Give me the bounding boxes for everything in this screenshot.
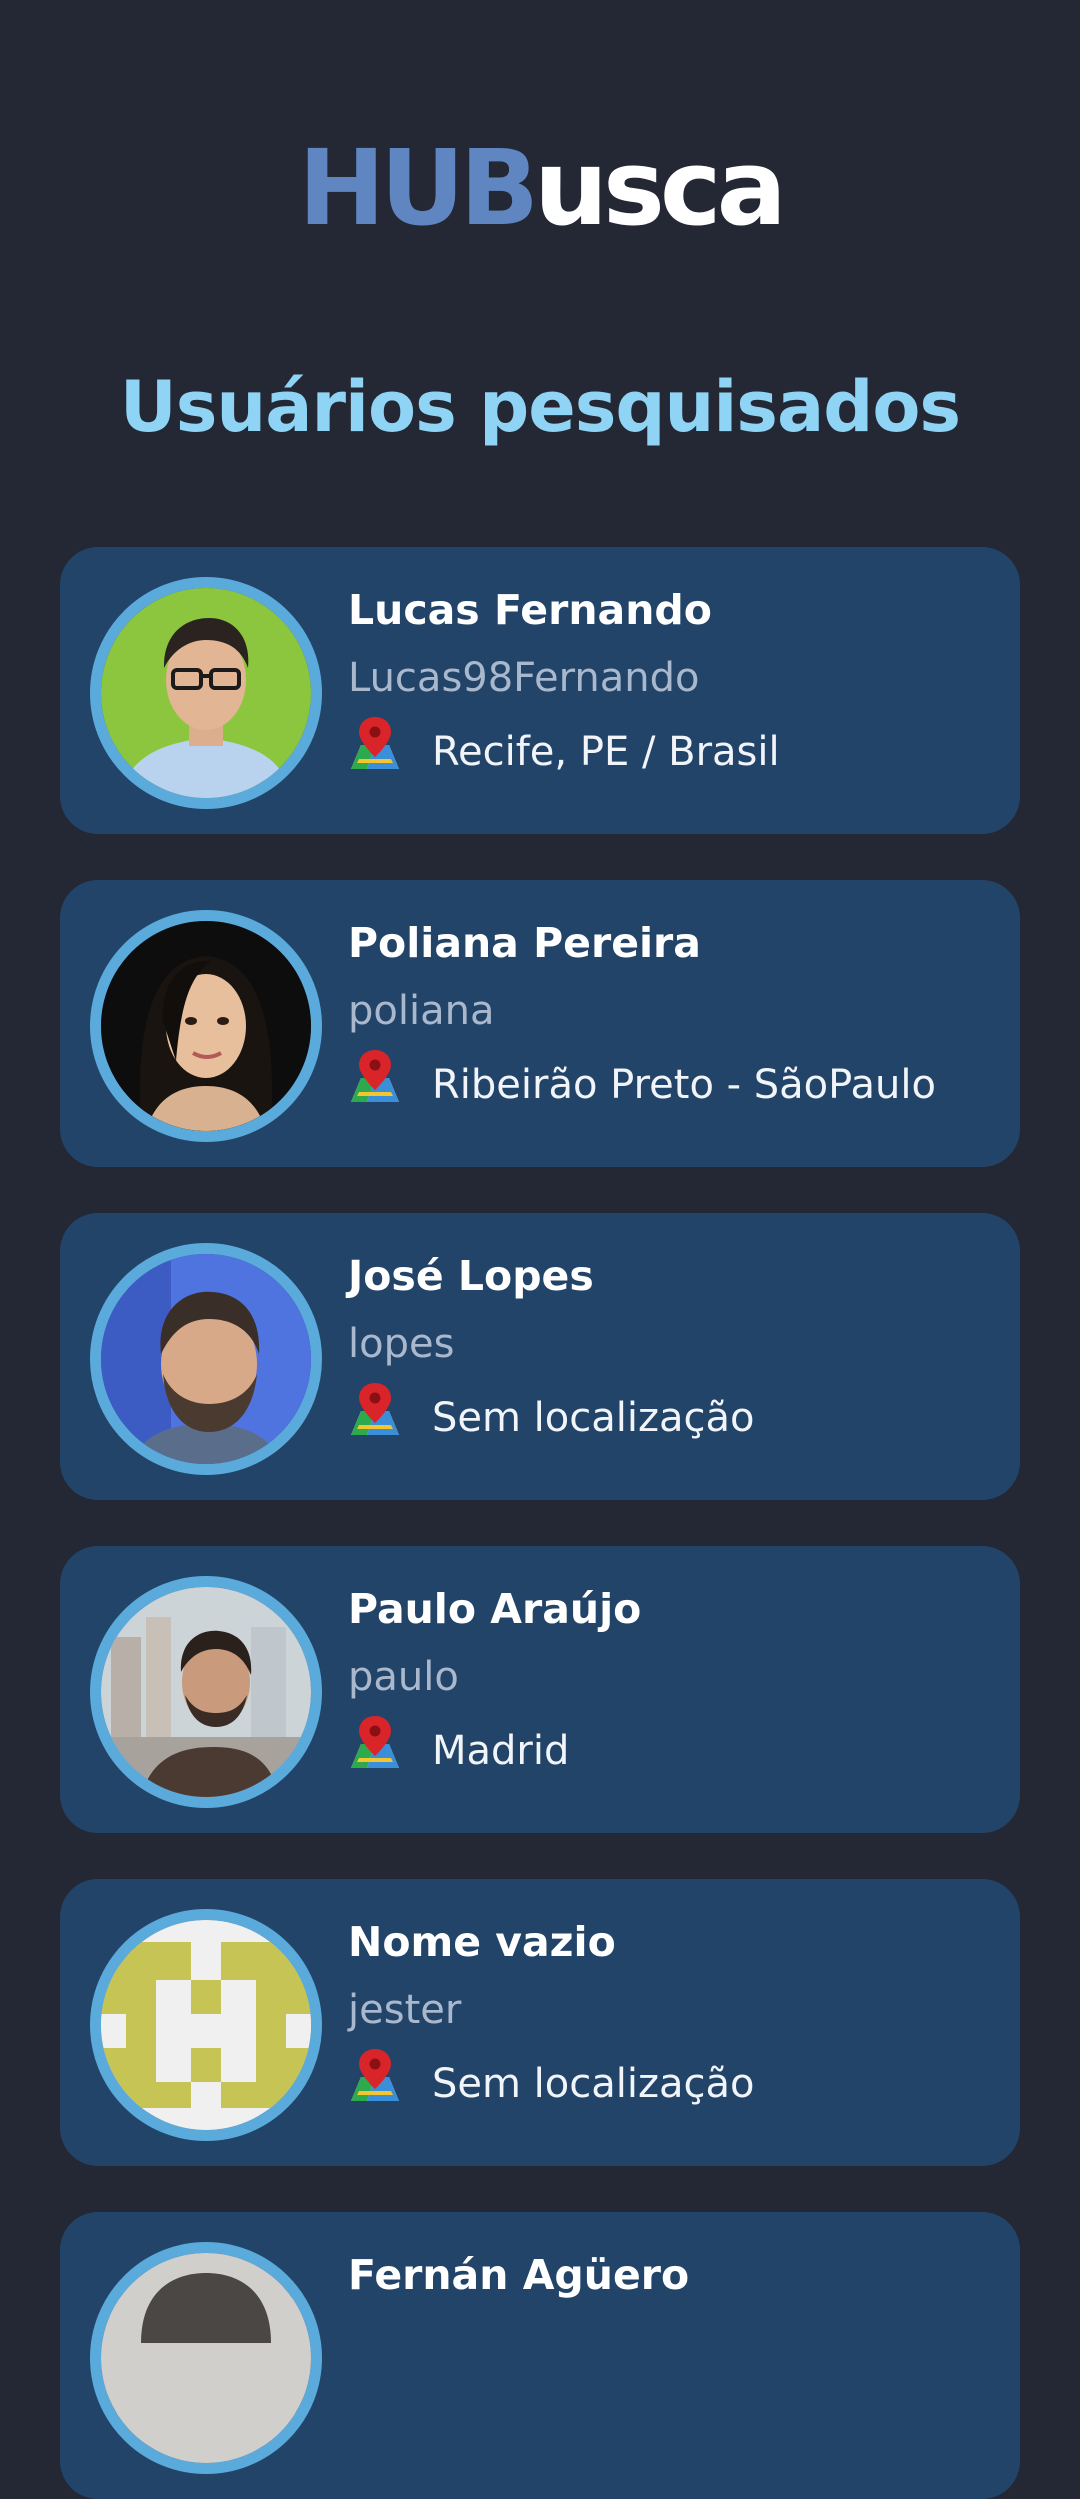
user-login: poliana [348,988,495,1034]
user-location: Sem localização [432,1395,755,1441]
user-name: Nome vazio [348,1918,616,1966]
user-card[interactable]: Paulo Araújo paulo Madrid [60,1546,1020,1833]
user-card[interactable]: Lucas Fernando Lucas98Fernando Recife, P… [60,547,1020,834]
user-name: Poliana Pereira [348,919,701,967]
avatar [90,910,322,1142]
map-pin-icon [347,2047,403,2105]
user-location: Sem localização [432,2061,755,2107]
logo-usca: usca [533,127,787,249]
map-pin-icon [347,1048,403,1106]
user-name: Paulo Araújo [348,1585,642,1633]
user-login: lopes [348,1321,455,1367]
user-login: paulo [348,1654,459,1700]
user-card[interactable]: Nome vazio jester Sem localização [60,1879,1020,2166]
avatar [90,1576,322,1808]
map-pin-icon [347,1714,403,1772]
user-login: Lucas98Fernando [348,655,700,701]
user-card[interactable]: Fernán Agüero [60,2212,1020,2499]
user-card[interactable]: Poliana Pereira poliana Ribeirão Preto -… [60,880,1020,1167]
user-name: Fernán Agüero [348,2251,690,2299]
page-title: Usuários pesquisados [119,366,961,448]
avatar [90,1243,322,1475]
user-name: Lucas Fernando [348,586,712,634]
user-login: jester [348,1987,462,2033]
user-name: José Lopes [348,1252,594,1300]
avatar [90,1909,322,2141]
app-logo: HUBusca [0,128,1080,248]
user-location: Madrid [432,1728,570,1774]
user-card[interactable]: José Lopes lopes Sem localização [60,1213,1020,1500]
user-location: Ribeirão Preto - SãoPaulo [432,1062,936,1108]
user-location: Recife, PE / Brasil [432,729,780,775]
avatar [90,577,322,809]
map-pin-icon [347,715,403,773]
map-pin-icon [347,1381,403,1439]
logo-hub: HUB [298,127,539,249]
avatar [90,2242,322,2474]
